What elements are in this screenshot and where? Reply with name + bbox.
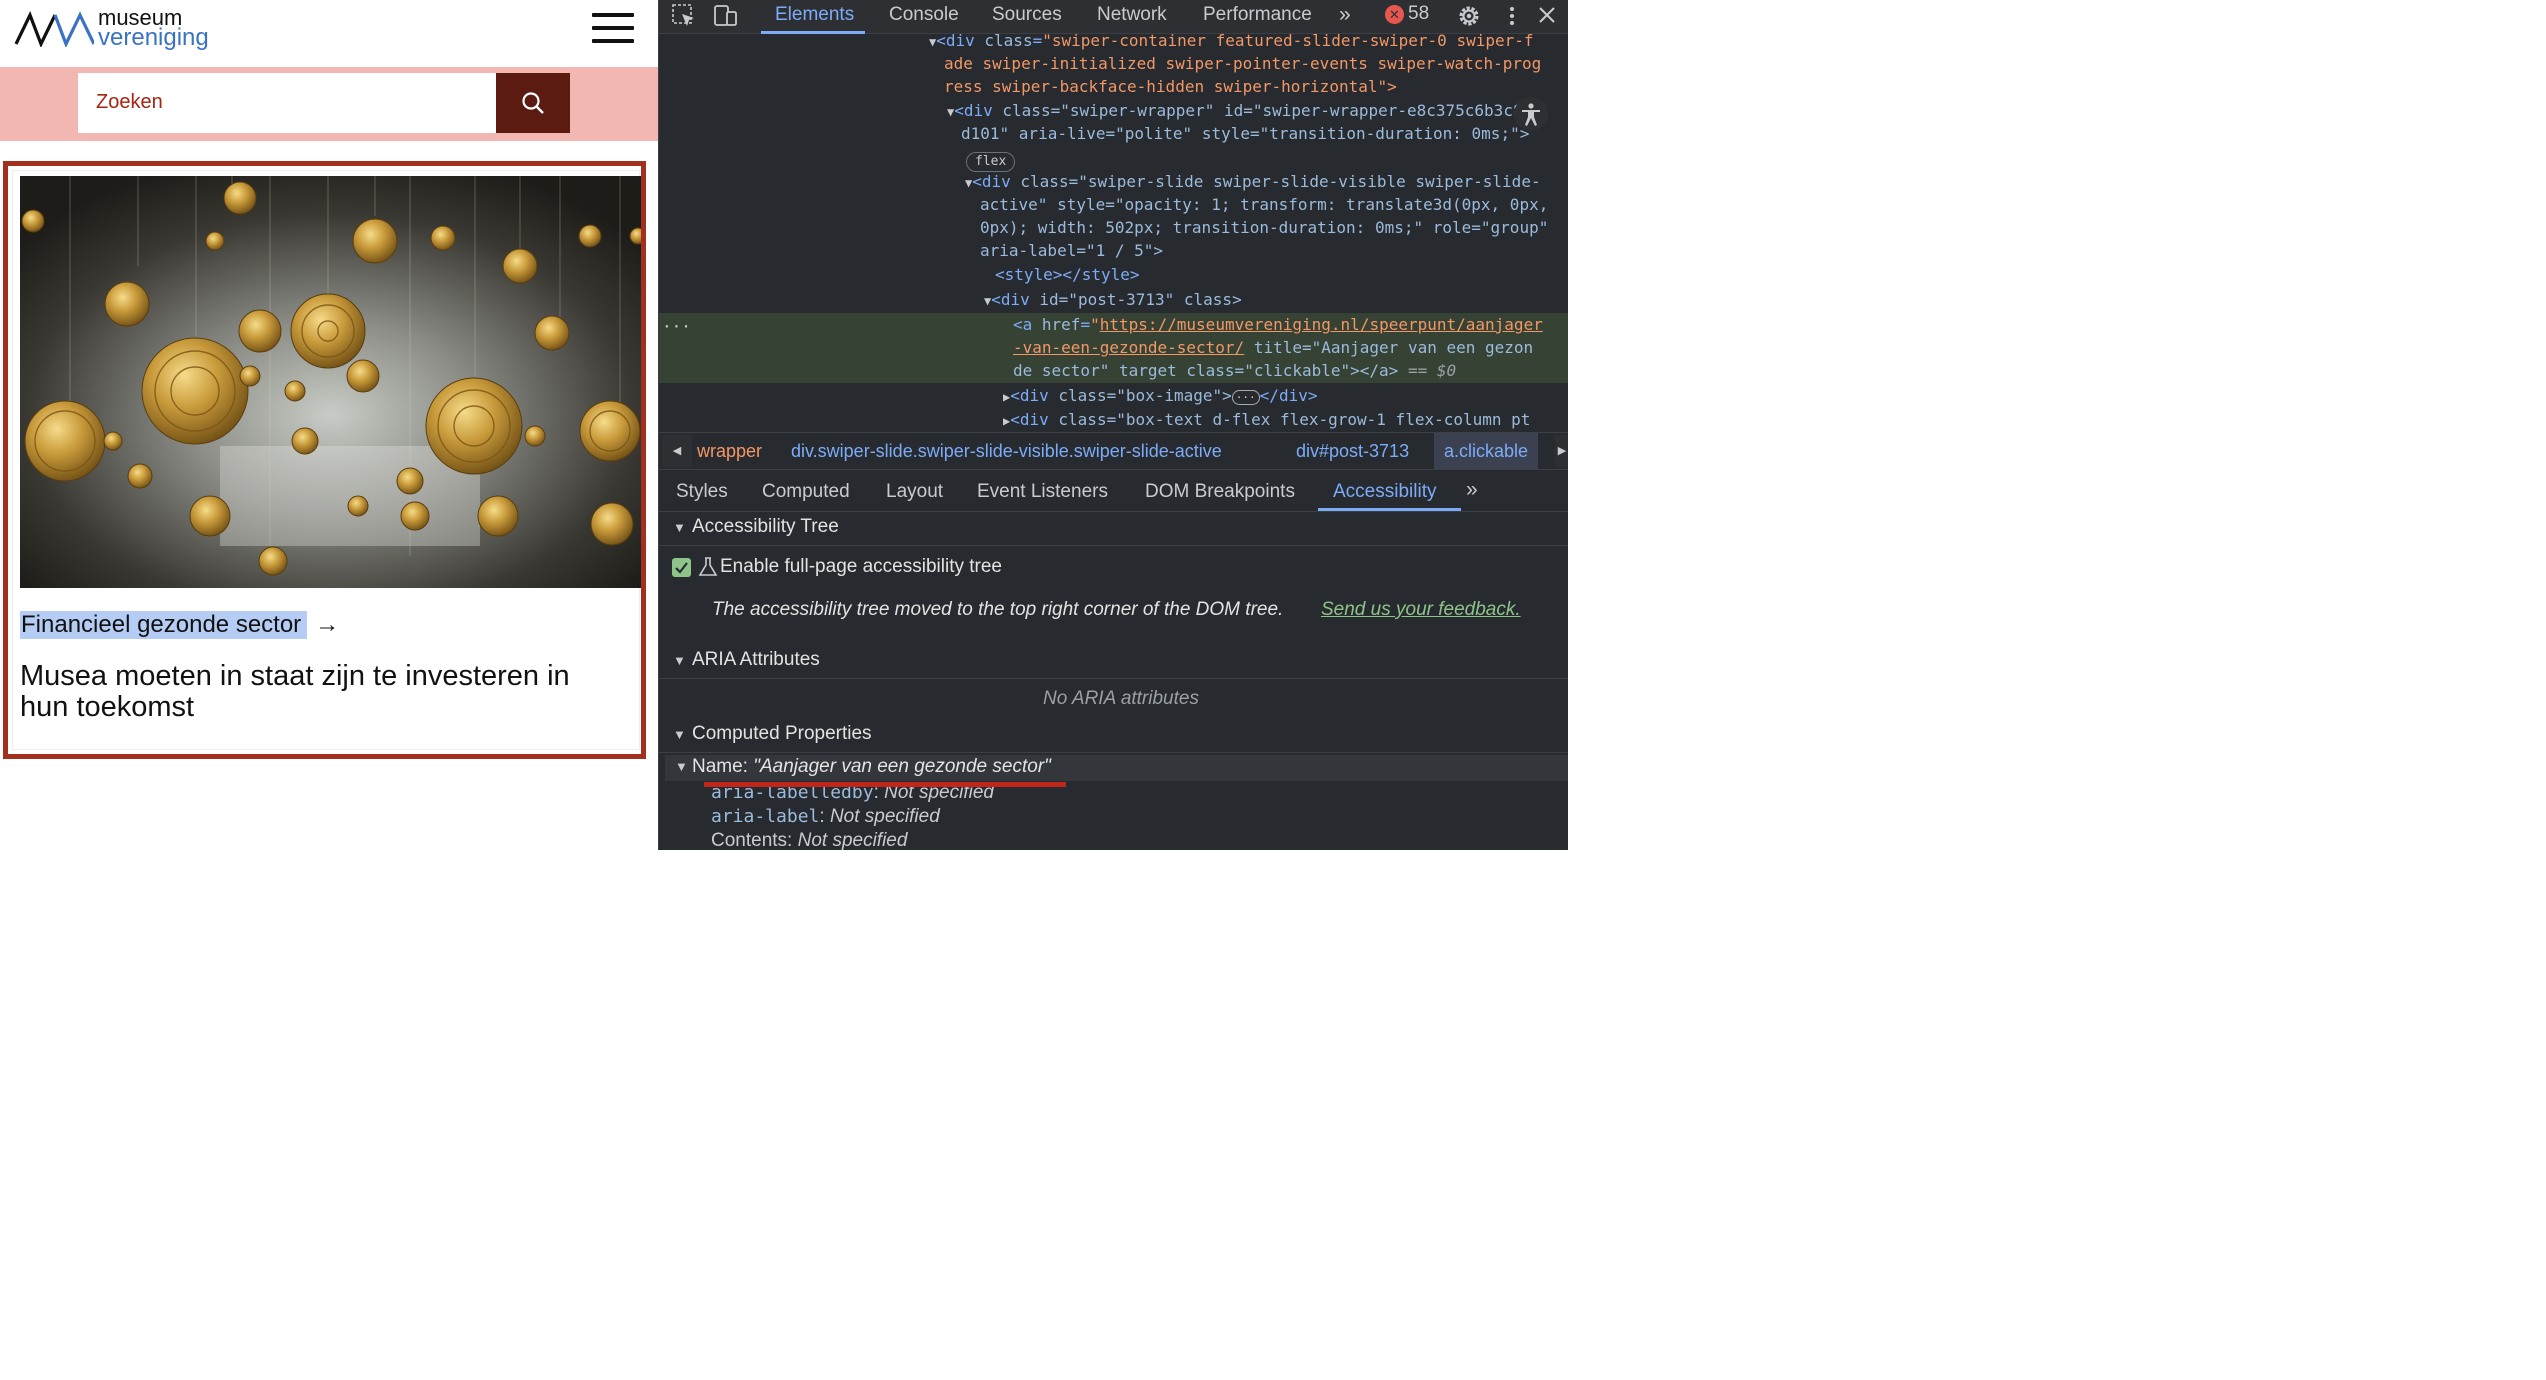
computed-properties-header[interactable]: ▼ Computed Properties <box>659 719 1568 753</box>
breadcrumb-scroll-left-icon[interactable]: ◀ <box>662 435 692 467</box>
breadcrumb-item-selected[interactable]: a.clickable <box>1434 433 1539 469</box>
subtab-dom-breakpoints[interactable]: DOM Breakpoints <box>1145 481 1295 503</box>
flex-badge[interactable]: flex <box>966 148 1016 172</box>
featured-slide-card[interactable]: Financieel gezonde sector → Musea moeten… <box>3 161 646 759</box>
subtab-event-listeners[interactable]: Event Listeners <box>977 481 1108 503</box>
error-count: 58 <box>1408 3 1430 24</box>
collapse-triangle-icon: ▼ <box>673 520 686 535</box>
card-category-link[interactable]: Financieel gezonde sector → <box>20 611 339 639</box>
logo-mark-icon <box>14 11 94 47</box>
chevron-double-right-icon[interactable]: » <box>1339 4 1351 26</box>
card-title[interactable]: Musea moeten in staat zijn te investeren… <box>20 661 620 723</box>
collapse-triangle-icon: ▼ <box>673 727 686 742</box>
chevron-double-right-icon[interactable]: » <box>1466 478 1478 502</box>
name-label: Name: <box>692 756 754 777</box>
prop-contents: Contents: Not specified <box>711 830 908 850</box>
dom-node-swiper-wrapper[interactable]: ▼<div class="swiper-wrapper" id="swiper-… <box>947 99 1532 124</box>
search-placeholder: Zoeken <box>96 91 163 113</box>
card-body: Financieel gezonde sector → Musea moeten… <box>12 170 641 750</box>
computed-name-value: "Aanjager van een gezonde sector" <box>753 756 1051 777</box>
dom-line-continuation: ade swiper-initialized swiper-pointer-ev… <box>944 54 1542 73</box>
tab-performance[interactable]: Performance <box>1203 4 1312 26</box>
accessibility-pane: ▼ Accessibility Tree Enable full-page ac… <box>659 512 1568 850</box>
dom-node-post-3713[interactable]: ▼<div id="post-3713" class> <box>984 288 1242 313</box>
gold-pendants-photo <box>20 176 641 588</box>
tree-moved-message: The accessibility tree moved to the top … <box>712 599 1284 620</box>
sidebar-tabs: Styles Computed Layout Event Listeners D… <box>659 470 1568 512</box>
search-icon <box>522 92 544 114</box>
hamburger-menu-icon[interactable] <box>592 13 634 45</box>
dom-node-style[interactable]: <style></style> <box>995 263 1140 286</box>
active-subtab-indicator <box>1318 508 1461 511</box>
error-icon: ✕ <box>1385 5 1404 24</box>
tab-elements[interactable]: Elements <box>775 4 854 26</box>
breadcrumb-item[interactable]: wrapper <box>697 433 762 469</box>
close-devtools-icon[interactable] <box>1535 3 1563 29</box>
search-button[interactable] <box>496 73 570 133</box>
tab-console[interactable]: Console <box>889 4 959 26</box>
checkmark-icon <box>675 562 688 574</box>
computed-name-row[interactable]: ▼ Name: "Aanjager van een gezonde sector… <box>665 755 1568 781</box>
device-toolbar-icon[interactable] <box>713 3 741 29</box>
arrow-right-icon: → <box>315 611 340 638</box>
collapse-triangle-icon: ▼ <box>673 653 686 668</box>
search-input[interactable]: Zoeken <box>78 73 496 133</box>
breadcrumb: ◀ wrapper div.swiper-slide.swiper-slide-… <box>659 432 1568 470</box>
error-count-badge[interactable]: ✕ 58 <box>1385 2 1445 28</box>
card-category-label: Financieel gezonde sector <box>20 611 308 639</box>
dom-line-continuation: 0px); width: 502px; transition-duration:… <box>980 218 1549 237</box>
prop-aria-label: aria-label: Not specified <box>711 806 940 827</box>
dom-line-continuation: aria-label="1 / 5"> <box>980 241 1164 260</box>
dom-node-swiper-slide[interactable]: ▼<div class="swiper-slide swiper-slide-v… <box>965 170 1541 195</box>
dom-node-box-text[interactable]: ▶<div class="box-text d-flex flex-grow-1… <box>1003 408 1530 433</box>
dom-line-continuation: active" style="opacity: 1; transform: tr… <box>980 195 1549 214</box>
dom-line-continuation: de sector" target class="clickable"></a>… <box>1013 361 1457 380</box>
website-viewport: museum vereniging Zoeken Financieel gezo… <box>0 0 658 850</box>
dom-line-continuation: d101" aria-live="polite" style="transiti… <box>961 124 1530 143</box>
breadcrumb-scroll-right-icon[interactable]: ▶ <box>1555 435 1568 467</box>
inspect-element-icon[interactable] <box>671 3 699 29</box>
search-bar: Zoeken <box>0 67 658 141</box>
dom-tree[interactable]: ··· ▼<div class="swiper-container featur… <box>659 31 1568 433</box>
name-highlight-underline <box>704 782 1066 787</box>
breadcrumb-item[interactable]: div.swiper-slide.swiper-slide-visible.sw… <box>791 433 1222 469</box>
breadcrumb-item[interactable]: div#post-3713 <box>1296 433 1409 469</box>
subtab-computed[interactable]: Computed <box>762 481 850 503</box>
collapse-triangle-icon: ▼ <box>675 759 688 774</box>
dom-node-swiper-container[interactable]: ▼<div class="swiper-container featured-s… <box>929 29 1534 54</box>
experiment-flask-icon <box>698 557 718 576</box>
tab-network[interactable]: Network <box>1097 4 1167 26</box>
dom-node-box-image[interactable]: ▶<div class="box-image"> ··· </div> <box>1003 384 1317 409</box>
more-options-icon[interactable] <box>1499 3 1527 29</box>
settings-gear-icon[interactable] <box>1456 3 1484 29</box>
dom-line-continuation: -van-een-gezonde-sector/ title="Aanjager… <box>1013 338 1534 357</box>
enable-full-page-tree-label[interactable]: Enable full-page accessibility tree <box>720 556 1002 578</box>
no-aria-message: No ARIA attributes <box>1043 688 1199 709</box>
site-header: museum vereniging <box>0 0 658 67</box>
enable-full-page-tree-checkbox[interactable] <box>672 558 691 577</box>
museumvereniging-logo[interactable]: museum vereniging <box>14 6 224 52</box>
aria-attributes-header[interactable]: ▼ ARIA Attributes <box>659 645 1568 679</box>
accessibility-person-icon <box>1522 103 1540 126</box>
accessibility-tree-header[interactable]: ▼ Accessibility Tree <box>659 512 1568 546</box>
tab-sources[interactable]: Sources <box>992 4 1062 26</box>
subtab-accessibility[interactable]: Accessibility <box>1333 481 1436 503</box>
dom-line-continuation: ress swiper-backface-hidden swiper-horiz… <box>944 77 1397 96</box>
accessibility-tree-toggle[interactable] <box>1514 97 1548 131</box>
subtab-styles[interactable]: Styles <box>676 481 728 503</box>
subtab-layout[interactable]: Layout <box>886 481 943 503</box>
logo-word-vereniging: vereniging <box>98 24 209 51</box>
dom-node-anchor-clickable[interactable]: <a href="https://museumvereniging.nl/spe… <box>1013 313 1543 336</box>
card-image-gold-coins[interactable] <box>20 176 641 588</box>
node-actions-icon[interactable]: ··· <box>662 315 691 338</box>
devtools-panel: Elements Console Sources Network Perform… <box>658 0 1568 850</box>
feedback-link[interactable]: Send us your feedback. <box>1321 599 1521 621</box>
